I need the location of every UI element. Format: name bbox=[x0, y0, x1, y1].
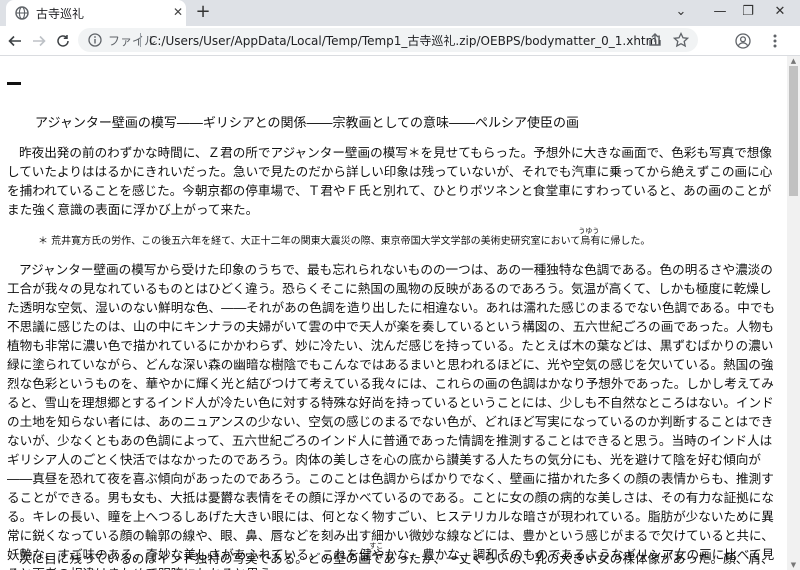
close-tab-icon[interactable]: ✕ bbox=[170, 4, 186, 20]
close-window-button[interactable]: ✕ bbox=[765, 2, 795, 22]
paragraph-1: 昨夜出発の前のわずかな時間に、Ｚ君の所でアジャンター壁画の模写＊を見せてもらった… bbox=[7, 145, 773, 217]
restore-button[interactable]: ❐ bbox=[733, 2, 763, 22]
reload-button[interactable] bbox=[52, 30, 74, 52]
kebab-menu-icon bbox=[773, 34, 777, 48]
arrow-left-icon bbox=[8, 35, 21, 47]
profile-icon bbox=[735, 33, 751, 49]
menu-button[interactable] bbox=[764, 30, 786, 52]
paragraph-2-text: アジャンター壁画の模写から受けた印象のうちで、最も忘れられないものの一つは、あの… bbox=[7, 262, 776, 562]
minimize-button[interactable]: — bbox=[705, 2, 735, 22]
forward-button[interactable] bbox=[28, 30, 50, 52]
paragraph-3: 次に目に残っているのはインド独特の写実である。どの壁の画であったか、一丈ぐらいの… bbox=[19, 551, 774, 566]
profile-button[interactable] bbox=[732, 30, 754, 52]
url-text[interactable]: C:/Users/User/AppData/Local/Temp/Temp1_古… bbox=[149, 32, 661, 49]
browser-toolbar: ファイル C:/Users/User/AppData/Local/Temp/Te… bbox=[0, 26, 800, 56]
share-icon[interactable] bbox=[646, 31, 664, 49]
ruby-text: うゆう bbox=[578, 227, 600, 235]
document-viewport: アジャンター壁画の模写――ギリシアとの関係――宗教画としての意味――ペルシア使臣… bbox=[0, 56, 786, 570]
paragraph-2: アジャンター壁画の模写から受けた印象のうちで、最も忘れられないものの一つは、あの… bbox=[7, 260, 777, 570]
scroll-down-arrow-icon[interactable]: ▼ bbox=[787, 560, 800, 570]
ruby-annotation: うゆう 烏有 bbox=[578, 227, 601, 247]
tab-title: 古寺巡礼 bbox=[36, 7, 85, 21]
browser-tab[interactable]: 古寺巡礼 ✕ bbox=[6, 0, 186, 26]
info-icon[interactable] bbox=[88, 33, 102, 47]
tab-search-icon[interactable]: ⌄ bbox=[666, 2, 696, 22]
url-separator bbox=[140, 33, 141, 47]
address-bar[interactable]: ファイル C:/Users/User/AppData/Local/Temp/Te… bbox=[78, 28, 698, 52]
globe-icon bbox=[15, 6, 29, 20]
new-tab-button[interactable]: + bbox=[193, 2, 213, 22]
back-button[interactable] bbox=[4, 30, 26, 52]
scroll-up-arrow-icon[interactable]: ▲ bbox=[787, 56, 800, 66]
footnote-tail: に帰した。 bbox=[600, 236, 651, 247]
chapter-heading: アジャンター壁画の模写――ギリシアとの関係――宗教画としての意味――ペルシア使臣… bbox=[35, 116, 580, 131]
tab-strip: 古寺巡礼 ✕ + ⌄ — ❐ ✕ bbox=[0, 0, 800, 26]
chapter-mark bbox=[7, 82, 21, 85]
ruby-base: 烏有 bbox=[580, 236, 601, 247]
arrow-right-icon bbox=[33, 35, 46, 47]
footnote: ＊ 荒井寛方氏の労作、この後五六年を経て、大正十二年の関東大震災の際、東京帝国大… bbox=[38, 227, 651, 247]
bookmark-star-icon[interactable] bbox=[672, 31, 690, 49]
reload-icon bbox=[57, 35, 69, 47]
footnote-text: ＊ 荒井寛方氏の労作、この後五六年を経て、大正十二年の関東大震災の際、東京帝国大… bbox=[38, 236, 581, 247]
scrollbar-thumb[interactable] bbox=[789, 66, 798, 196]
